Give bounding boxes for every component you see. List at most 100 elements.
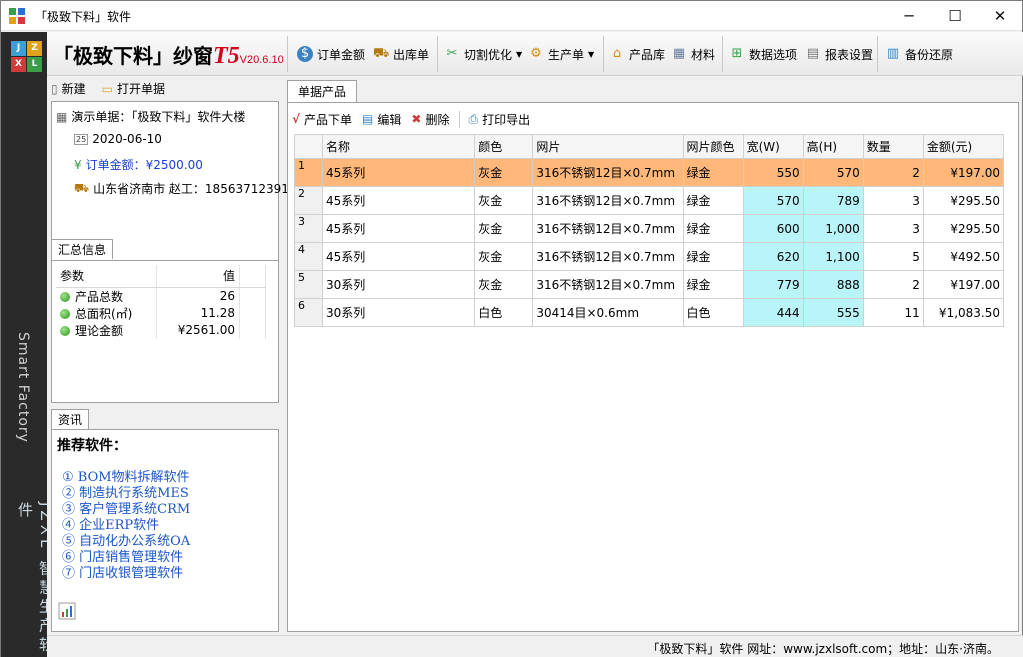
cell-mesh-color[interactable]: 绿金 [682, 214, 744, 243]
outbound-order-button[interactable]: ⛟ 出库单 [369, 32, 433, 76]
col-qty[interactable]: 数量 [862, 134, 924, 159]
cell-height[interactable]: 1,100 [802, 242, 864, 271]
data-options-button[interactable]: ⊞ 数据选项 [725, 32, 801, 76]
cell-qty[interactable]: 3 [862, 214, 924, 243]
table-row[interactable]: 2 45系列 灰金 316不锈钢12目×0.7mm 绿金 570 789 3 ¥295.50 [293, 186, 1005, 215]
col-mesh[interactable]: 网片 [532, 134, 684, 159]
cell-height[interactable]: 789 [802, 186, 864, 215]
place-order-button[interactable]: √ 产品下单 [292, 111, 352, 128]
cell-mesh[interactable]: 30414目×0.6mm [532, 298, 684, 327]
col-amount[interactable]: 金额(元) [922, 134, 1005, 159]
cell-amount[interactable]: ¥492.50 [922, 242, 1005, 271]
cell-width[interactable]: 444 [742, 298, 804, 327]
col-height[interactable]: 高(H) [802, 134, 864, 159]
cell-amount[interactable]: ¥1,083.50 [922, 298, 1005, 327]
new-button[interactable]: ▯ 新建 [51, 80, 86, 97]
cell-color[interactable]: 灰金 [474, 158, 534, 187]
cell-mesh-color[interactable]: 白色 [682, 298, 744, 327]
cell-height[interactable]: 1,000 [802, 214, 864, 243]
edit-button[interactable]: ▤ 编辑 [362, 111, 401, 128]
cell-name[interactable]: 45系列 [322, 186, 476, 215]
cell-mesh-color[interactable]: 绿金 [682, 270, 744, 299]
cell-mesh-color[interactable]: 绿金 [682, 158, 744, 187]
news-link[interactable]: ③ 客户管理系统CRM [62, 502, 190, 518]
cell-mesh-color[interactable]: 绿金 [682, 186, 744, 215]
cell-color[interactable]: 灰金 [474, 214, 534, 243]
col-name[interactable]: 名称 [322, 134, 476, 159]
cell-amount[interactable]: ¥295.50 [922, 186, 1005, 215]
cell-color[interactable]: 灰金 [474, 186, 534, 215]
col-mesh-color[interactable]: 网片颜色 [682, 134, 744, 159]
table-row[interactable]: 3 45系列 灰金 316不锈钢12目×0.7mm 绿金 600 1,000 3 ¥295.50 [293, 214, 1005, 243]
report-settings-button[interactable]: ▤ 报表设置 [801, 32, 877, 76]
cell-height[interactable]: 555 [802, 298, 864, 327]
cell-name[interactable]: 30系列 [322, 270, 476, 299]
news-link[interactable]: ④ 企业ERP软件 [62, 518, 190, 534]
chart-icon[interactable] [58, 602, 76, 620]
cell-mesh[interactable]: 316不锈钢12目×0.7mm [532, 158, 684, 187]
news-link[interactable]: ② 制造执行系统MES [62, 486, 190, 502]
cell-amount[interactable]: ¥197.00 [922, 270, 1005, 299]
product-library-button[interactable]: ⌂ 产品库 [605, 32, 669, 76]
tab-news[interactable]: 资讯 [51, 409, 90, 429]
materials-button[interactable]: ▦ 材料 [667, 32, 719, 76]
cell-width[interactable]: 600 [742, 214, 804, 243]
table-row[interactable]: 5 30系列 灰金 316不锈钢12目×0.7mm 绿金 779 888 2 ¥197.00 [293, 270, 1005, 299]
cell-width[interactable]: 620 [742, 242, 804, 271]
news-link[interactable]: ⑤ 自动化办公系统OA [62, 534, 190, 550]
cell-qty[interactable]: 2 [862, 158, 924, 187]
row-number: 2 [293, 186, 324, 215]
cell-name[interactable]: 45系列 [322, 214, 476, 243]
maximize-button[interactable]: ☐ [932, 1, 978, 31]
news-link[interactable]: ⑦ 门店收银管理软件 [62, 566, 190, 582]
cell-width[interactable]: 570 [742, 186, 804, 215]
news-link[interactable]: ⑥ 门店销售管理软件 [62, 550, 190, 566]
toolbar-divider [287, 36, 288, 72]
cell-mesh[interactable]: 316不锈钢12目×0.7mm [532, 214, 684, 243]
cell-height[interactable]: 570 [802, 158, 864, 187]
summary-col-value: 值 [156, 265, 240, 288]
printer-icon: ⎙ [468, 111, 479, 126]
tree-amount[interactable]: ¥ 订单金额：¥2500.00 [74, 156, 203, 173]
news-link[interactable]: ① BOM物料拆解软件 [62, 470, 190, 486]
tab-order-products[interactable]: 单据产品 [287, 80, 357, 102]
open-button[interactable]: ▭ 打开单据 [102, 80, 165, 97]
backup-restore-button[interactable]: ▥ 备份还原 [881, 32, 957, 76]
tab-summary[interactable]: 汇总信息 [51, 239, 114, 259]
cell-name[interactable]: 30系列 [322, 298, 476, 327]
cell-mesh[interactable]: 316不锈钢12目×0.7mm [532, 270, 684, 299]
col-width[interactable]: 宽(W) [742, 134, 804, 159]
table-row[interactable]: 6 30系列 白色 30414目×0.6mm 白色 444 555 11 ¥1,083.50 [293, 298, 1005, 327]
cell-width[interactable]: 779 [742, 270, 804, 299]
order-amount-button[interactable]: $ 订单金额 [293, 32, 369, 76]
tree-date[interactable]: 25 2020-06-10 [74, 132, 162, 146]
cell-mesh-color[interactable]: 绿金 [682, 242, 744, 271]
table-body: 1 45系列 灰金 316不锈钢12目×0.7mm 绿金 550 570 2 ¥197.00 2… [293, 158, 1005, 327]
close-button[interactable]: ✕ [977, 1, 1023, 31]
cell-mesh[interactable]: 316不锈钢12目×0.7mm [532, 186, 684, 215]
print-export-button[interactable]: ⎙ 打印导出 [459, 110, 530, 128]
cut-optimize-button[interactable]: ✂ 切割优化 ▼ [440, 32, 526, 76]
table-row[interactable]: 4 45系列 灰金 316不锈钢12目×0.7mm 绿金 620 1,100 5 ¥492.50 [293, 242, 1005, 271]
cell-qty[interactable]: 5 [862, 242, 924, 271]
cell-qty[interactable]: 3 [862, 186, 924, 215]
tree-address[interactable]: ⛟ 山东省济南市 赵工：18563712391 [74, 180, 289, 197]
minimize-button[interactable]: ─ [886, 1, 932, 31]
cell-height[interactable]: 888 [802, 270, 864, 299]
production-order-button[interactable]: ⚙ 生产单 ▼ [524, 32, 598, 76]
table-row[interactable]: 1 45系列 灰金 316不锈钢12目×0.7mm 绿金 550 570 2 ¥197.00 [293, 158, 1005, 187]
cell-color[interactable]: 灰金 [474, 242, 534, 271]
cell-amount[interactable]: ¥295.50 [922, 214, 1005, 243]
cell-name[interactable]: 45系列 [322, 242, 476, 271]
cell-qty[interactable]: 11 [862, 298, 924, 327]
delete-button[interactable]: ✖ 删除 [411, 111, 449, 128]
cell-mesh[interactable]: 316不锈钢12目×0.7mm [532, 242, 684, 271]
cell-name[interactable]: 45系列 [322, 158, 476, 187]
cell-color[interactable]: 灰金 [474, 270, 534, 299]
cell-width[interactable]: 550 [742, 158, 804, 187]
cell-amount[interactable]: ¥197.00 [922, 158, 1005, 187]
col-color[interactable]: 颜色 [474, 134, 534, 159]
cell-qty[interactable]: 2 [862, 270, 924, 299]
tree-root[interactable]: ▦ 演示单据：「极致下料」软件大楼 [56, 108, 245, 125]
cell-color[interactable]: 白色 [474, 298, 534, 327]
